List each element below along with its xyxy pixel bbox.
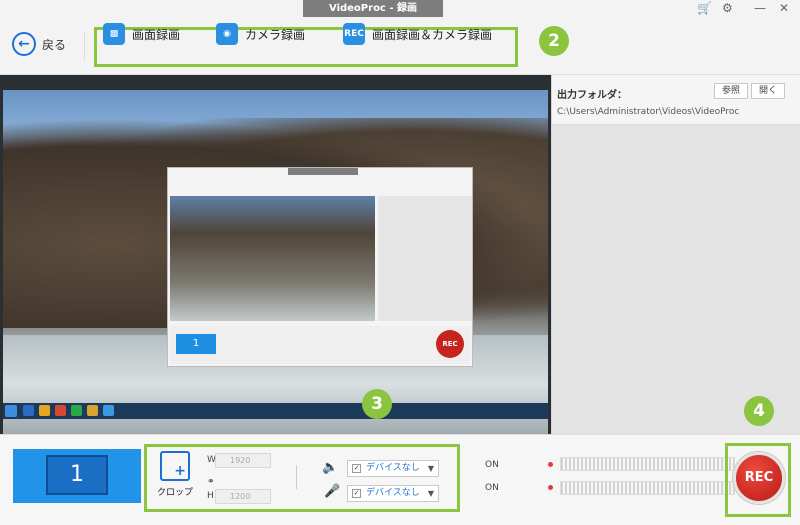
crop-button[interactable]: + クロップ — [152, 451, 198, 505]
mic-device-value: デバイスなし — [366, 488, 420, 498]
link-icon: ⚭ — [207, 477, 215, 487]
camera-record-label: カメラ録画 — [245, 27, 306, 42]
start-icon — [5, 405, 17, 417]
crop-icon: + — [160, 451, 190, 481]
output-path: C:\Users\Administrator\Videos\VideoProc — [557, 107, 740, 117]
chevron-down-icon: ▼ — [427, 489, 434, 498]
nested-side-panel — [378, 196, 472, 321]
taskbar-app-icon — [87, 405, 98, 416]
speaker-device-select[interactable]: ✓ デバイスなし ▼ — [347, 460, 439, 477]
width-input[interactable]: 1920 — [215, 453, 271, 468]
mic-level-meter — [560, 481, 735, 495]
toolbar: ← 戻る ▩ 画面録画 ◉ カメラ録画 REC 画面録画＆カメラ録画 2 — [0, 17, 800, 75]
close-icon[interactable]: ✕ — [779, 1, 789, 15]
back-arrow-icon: ← — [12, 32, 36, 56]
screen-number: 1 — [46, 455, 108, 495]
taskbar-app-icon — [55, 405, 66, 416]
output-header: 出力フォルダ： 参照 開く C:\Users\Administrator\Vid… — [552, 75, 800, 125]
nested-preview — [170, 196, 375, 321]
title-bar: VideoProc - 録画 🛒 ⚙ — ✕ — [0, 0, 800, 17]
nested-rec-button: REC — [436, 330, 464, 358]
nested-bottom-bar: 1 REC — [170, 326, 470, 364]
crop-label: クロップ — [156, 488, 193, 498]
camera-record-button[interactable]: ◉ カメラ録画 — [216, 23, 305, 45]
rec-button[interactable]: REC — [733, 452, 785, 504]
preview-image: 1 REC — [3, 90, 548, 435]
toolbar-divider — [84, 31, 85, 61]
screen-select-tile[interactable]: 1 — [13, 449, 141, 503]
nested-title — [288, 168, 358, 175]
gear-icon[interactable]: ⚙ — [722, 1, 733, 15]
record-controls: 1 + クロップ W ⚭ H 1920 1200 🔈 🎤 ✓ デバイスなし ▼ … — [0, 434, 800, 525]
height-label: H — [207, 491, 214, 501]
mic-checkbox[interactable]: ✓ — [352, 489, 361, 498]
screen-camera-record-label: 画面録画＆カメラ録画 — [372, 27, 493, 42]
back-button[interactable]: ← 戻る — [12, 32, 66, 56]
screen-preview: 1 REC 3 — [0, 75, 551, 435]
speaker-checkbox[interactable]: ✓ — [352, 464, 361, 473]
taskbar-app-icon — [103, 405, 114, 416]
back-label: 戻る — [42, 37, 67, 52]
nested-screen-number: 1 — [176, 334, 216, 354]
cart-icon[interactable]: 🛒 — [697, 1, 712, 15]
bottom-divider — [296, 465, 297, 489]
annotation-badge-2: 2 — [539, 26, 569, 56]
taskbar-app-icon — [39, 405, 50, 416]
browse-button[interactable]: 参照 — [714, 83, 748, 99]
height-input[interactable]: 1200 — [215, 489, 271, 504]
annotation-badge-3: 3 — [362, 389, 392, 419]
open-button[interactable]: 開く — [751, 83, 785, 99]
screen-record-label: 画面録画 — [132, 27, 181, 42]
minimize-icon[interactable]: — — [754, 1, 766, 15]
annotation-badge-4: 4 — [744, 396, 774, 426]
screen-camera-record-button[interactable]: REC 画面録画＆カメラ録画 — [343, 23, 492, 45]
taskbar-app-icon — [71, 405, 82, 416]
speaker-device-value: デバイスなし — [366, 463, 420, 473]
screen-record-icon: ▩ — [103, 23, 125, 45]
chevron-down-icon: ▼ — [427, 464, 434, 473]
taskbar-app-icon — [23, 405, 34, 416]
mic-device-select[interactable]: ✓ デバイスなし ▼ — [347, 485, 439, 502]
windows-taskbar — [3, 403, 548, 419]
output-panel: 出力フォルダ： 参照 開く C:\Users\Administrator\Vid… — [551, 75, 800, 434]
speaker-level-dot — [548, 462, 553, 467]
camera-record-icon: ◉ — [216, 23, 238, 45]
screen-record-button[interactable]: ▩ 画面録画 — [103, 23, 180, 45]
mic-level-dot — [548, 485, 553, 490]
speaker-level-meter — [560, 457, 735, 471]
rec-mode-icon: REC — [343, 23, 365, 45]
mic-on-toggle[interactable]: ON — [485, 483, 499, 493]
nested-app-window: 1 REC — [167, 167, 473, 367]
speaker-icon: 🔈 — [322, 460, 339, 475]
output-folder-label: 出力フォルダ： — [557, 90, 627, 101]
microphone-icon: 🎤 — [324, 484, 341, 499]
window-title: VideoProc - 録画 — [303, 0, 443, 17]
speaker-on-toggle[interactable]: ON — [485, 460, 499, 470]
crop-settings-highlight: + クロップ W ⚭ H 1920 1200 🔈 🎤 ✓ デバイスなし ▼ ✓ … — [144, 444, 460, 512]
